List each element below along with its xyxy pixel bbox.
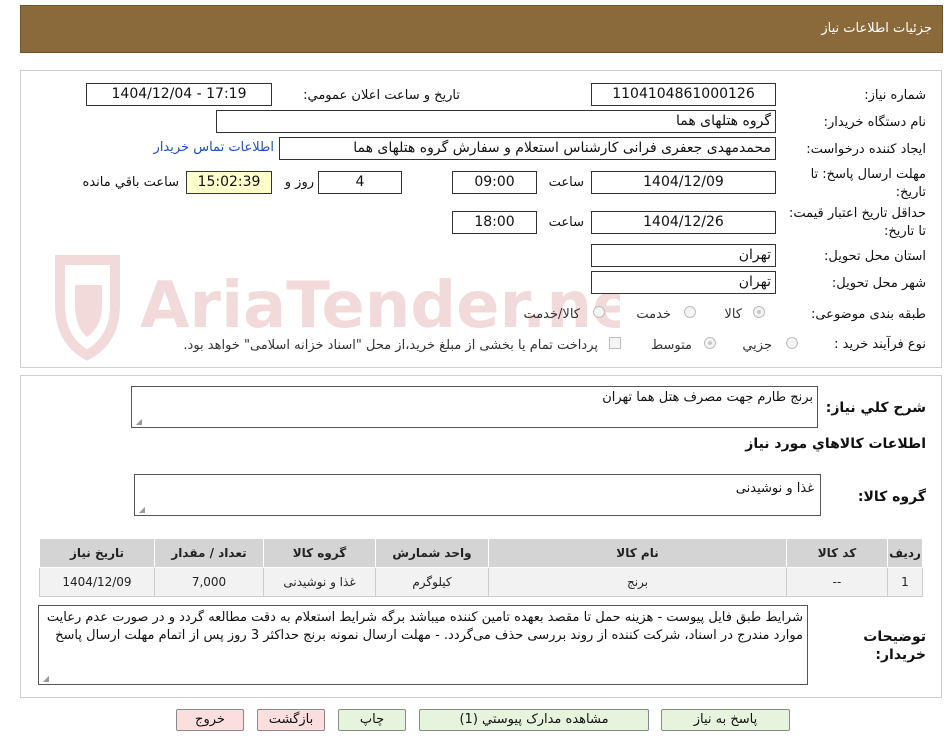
goods-section-title: اطلاعات کالاهاي مورد نياز bbox=[745, 436, 926, 452]
col-item-code: کد کالا bbox=[786, 538, 888, 568]
process-medium-label: متوسط bbox=[651, 338, 692, 353]
category-service-label: خدمت bbox=[636, 307, 671, 322]
process-label: نوع فرآيند خريد : bbox=[834, 337, 926, 352]
buyer-notes-label: توضيحات خريدار: bbox=[863, 629, 926, 663]
page-title: جزئیات اطلاعات نیاز bbox=[821, 21, 932, 36]
deadline-time-label: ساعت bbox=[548, 175, 584, 190]
cell-quantity: 7,000 bbox=[154, 567, 264, 597]
announce-label: تاريخ و ساعت اعلان عمومي: bbox=[303, 88, 460, 103]
category-service-radio[interactable] bbox=[684, 306, 696, 318]
city-label: شهر محل تحويل: bbox=[831, 276, 926, 291]
category-goods-service-label: کالا/خدمت bbox=[523, 307, 580, 322]
page-header: جزئیات اطلاعات نیاز bbox=[20, 5, 943, 53]
goods-group-label: گروه کالا: bbox=[857, 489, 926, 505]
print-button[interactable]: چاپ bbox=[338, 709, 406, 731]
process-minor-label: جزيي bbox=[742, 338, 772, 353]
col-unit: واحد شمارش bbox=[375, 538, 489, 568]
validity-time-field: 18:00 bbox=[452, 211, 537, 234]
category-label: طبقه بندی موضوعی: bbox=[810, 307, 926, 322]
buyer-notes-text: شرایط طبق فایل پیوست - هزینه حمل تا مقصد… bbox=[46, 610, 803, 643]
col-quantity: تعداد / مقدار bbox=[154, 538, 264, 568]
need-description-textarea[interactable]: برنج طارم جهت مصرف هتل هما تهران ◢ bbox=[131, 386, 818, 428]
days-field: 4 bbox=[318, 171, 402, 194]
need-number-field: 1104104861000126 bbox=[591, 83, 776, 106]
need-number-label: شماره نیاز: bbox=[864, 88, 926, 103]
category-goods-service-radio[interactable] bbox=[593, 306, 605, 318]
city-field: تهران bbox=[591, 271, 776, 294]
view-documents-button[interactable]: مشاهده مدارک پيوستي (1) bbox=[419, 709, 649, 731]
need-description-label: شرح کلي نياز: bbox=[825, 400, 926, 416]
category-goods-radio[interactable] bbox=[753, 306, 765, 318]
treasury-payment-checkbox[interactable] bbox=[609, 337, 621, 349]
buyer-notes-textarea[interactable]: شرایط طبق فایل پیوست - هزینه حمل تا مقصد… bbox=[38, 605, 808, 685]
buyer-org-field: گروه هتلهای هما bbox=[216, 110, 776, 133]
announce-datetime-field: 1404/12/04 - 17:19 bbox=[86, 83, 272, 106]
cell-item-name: برنج bbox=[488, 567, 787, 597]
resize-grip-icon[interactable]: ◢ bbox=[137, 506, 145, 514]
goods-group-text: غذا و نوشیدنی bbox=[735, 481, 814, 496]
category-goods-label: کالا bbox=[724, 307, 742, 322]
col-need-date: تاريخ نياز bbox=[39, 538, 155, 568]
process-minor-radio[interactable] bbox=[786, 337, 798, 349]
deadline-label: مهلت ارسال پاسخ: تا تاريخ: bbox=[810, 167, 926, 200]
resize-grip-icon[interactable]: ◢ bbox=[41, 675, 49, 683]
table-row: 1 -- برنج کیلوگرم غذا و نوشیدنی 7,000 14… bbox=[39, 567, 923, 597]
goods-table-header: رديف کد کالا نام کالا واحد شمارش گروه کا… bbox=[39, 538, 923, 568]
cell-item-group: غذا و نوشیدنی bbox=[263, 567, 376, 597]
back-button[interactable]: بازگشت bbox=[257, 709, 325, 731]
days-label: روز و bbox=[284, 175, 314, 190]
reply-button[interactable]: پاسخ به نياز bbox=[661, 709, 790, 731]
remaining-label: ساعت باقي مانده bbox=[82, 175, 179, 190]
treasury-payment-note: پرداخت تمام يا بخشی از مبلغ خريد،از محل … bbox=[183, 338, 598, 353]
creator-field: محمدمهدی جعفری فرانی کارشناس استعلام و س… bbox=[279, 137, 776, 160]
validity-date-field: 1404/12/26 bbox=[591, 211, 776, 234]
goods-group-textarea[interactable]: غذا و نوشیدنی ◢ bbox=[134, 474, 821, 516]
creator-label: ايجاد کننده درخواست: bbox=[806, 142, 926, 157]
deadline-time-field: 09:00 bbox=[452, 171, 537, 194]
deadline-date-field: 1404/12/09 bbox=[591, 171, 776, 194]
validity-time-label: ساعت bbox=[548, 215, 584, 230]
cell-unit: کیلوگرم bbox=[375, 567, 489, 597]
process-medium-radio[interactable] bbox=[704, 337, 716, 349]
need-description-text: برنج طارم جهت مصرف هتل هما تهران bbox=[602, 390, 813, 405]
cell-row-number: 1 bbox=[887, 567, 923, 597]
province-field: تهران bbox=[591, 244, 776, 267]
goods-table: رديف کد کالا نام کالا واحد شمارش گروه کا… bbox=[39, 538, 923, 597]
col-item-name: نام کالا bbox=[488, 538, 787, 568]
resize-grip-icon[interactable]: ◢ bbox=[134, 418, 142, 426]
col-item-group: گروه کالا bbox=[263, 538, 376, 568]
remaining-time-field: 15:02:39 bbox=[186, 171, 272, 194]
province-label: استان محل تحويل: bbox=[824, 249, 926, 264]
cell-need-date: 1404/12/09 bbox=[39, 567, 155, 597]
buyer-contact-link[interactable]: اطلاعات تماس خريدار bbox=[154, 140, 274, 155]
buyer-org-label: نام دستگاه خريدار: bbox=[823, 115, 926, 130]
exit-button[interactable]: خروج bbox=[176, 709, 244, 731]
cell-item-code: -- bbox=[786, 567, 888, 597]
col-row-number: رديف bbox=[887, 538, 923, 568]
validity-label: حداقل تاريخ اعتبار قيمت: تا تاريخ: bbox=[788, 206, 926, 239]
